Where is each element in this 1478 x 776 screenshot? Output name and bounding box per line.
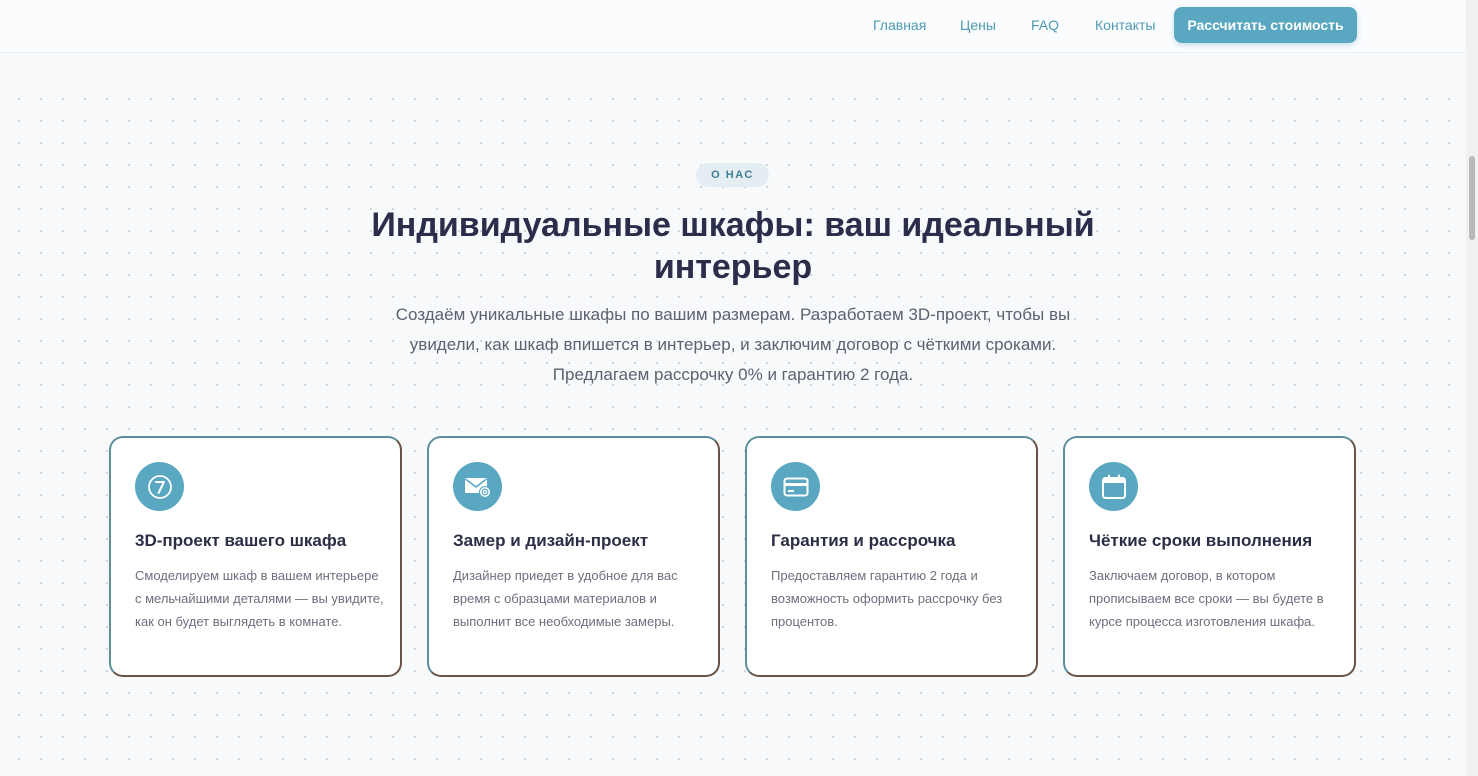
- number-7-icon: [135, 462, 184, 511]
- feature-card-warranty: Гарантия и рассрочка Предоставляем гаран…: [745, 436, 1038, 677]
- nav-link-contacts[interactable]: Контакты: [1095, 17, 1155, 33]
- feature-title: Чёткие сроки выполнения: [1089, 531, 1313, 550]
- feature-text: Смоделируем шкаф в вашем интерьере с мел…: [135, 568, 384, 629]
- nav-link-prices[interactable]: Цены: [960, 17, 996, 33]
- feature-card-3d-project: 3D-проект вашего шкафа Смоделируем шкаф …: [109, 436, 402, 677]
- section-badge: О НАС: [696, 163, 769, 187]
- calculate-cost-button[interactable]: Рассчитать стоимость: [1174, 7, 1357, 43]
- credit-card-icon: [771, 462, 820, 511]
- feature-title: 3D-проект вашего шкафа: [135, 531, 347, 550]
- mail-icon: [453, 462, 502, 511]
- page-scrollbar[interactable]: [1466, 0, 1478, 776]
- calendar-icon: [1089, 462, 1138, 511]
- nav-link-home[interactable]: Главная: [873, 17, 926, 33]
- feature-title: Замер и дизайн-проект: [453, 531, 649, 550]
- feature-text: Дизайнер приедет в удобное для вас время…: [453, 568, 678, 629]
- feature-card-deadlines: Чёткие сроки выполнения Заключаем догово…: [1063, 436, 1356, 677]
- feature-text: Предоставляем гарантию 2 года и возможно…: [771, 568, 1003, 629]
- scrollbar-thumb[interactable]: [1469, 156, 1475, 240]
- feature-title: Гарантия и рассрочка: [771, 531, 956, 550]
- section-description: Создаём уникальные шкафы по вашим размер…: [395, 305, 1071, 384]
- feature-text: Заключаем договор, в котором прописываем…: [1089, 568, 1324, 629]
- feature-card-measurement: Замер и дизайн-проект Дизайнер приедет в…: [427, 436, 720, 677]
- page-title: Индивидуальные шкафы: ваш идеальный инте…: [371, 206, 1095, 286]
- header: Главная Цены FAQ Контакты Рассчитать сто…: [0, 0, 1466, 53]
- nav-link-faq[interactable]: FAQ: [1031, 17, 1059, 33]
